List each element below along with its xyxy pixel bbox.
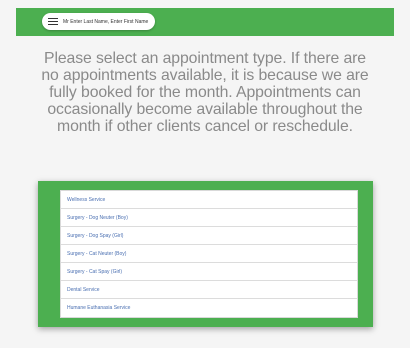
appointment-type-item[interactable]: Wellness Service	[61, 191, 357, 209]
appointment-type-item[interactable]: Surgery - Dog Spay (Girl)	[61, 227, 357, 245]
page: Mr Enter Last Name, Enter First Name Ple…	[0, 0, 410, 348]
appointment-type-card: Wellness Service Surgery - Dog Neuter (B…	[38, 181, 373, 327]
top-bar: Mr Enter Last Name, Enter First Name	[16, 8, 394, 36]
appointment-instructions: Please select an appointment type. If th…	[41, 50, 369, 135]
user-menu-button[interactable]: Mr Enter Last Name, Enter First Name	[42, 13, 156, 30]
appointment-type-list: Wellness Service Surgery - Dog Neuter (B…	[60, 190, 358, 318]
hamburger-menu-icon[interactable]	[48, 17, 58, 26]
user-name: Mr Enter Last Name, Enter First Name	[63, 18, 149, 25]
appointment-type-item[interactable]: Surgery - Cat Neuter (Boy)	[61, 245, 357, 263]
appointment-type-item[interactable]: Surgery - Cat Spay (Girl)	[61, 263, 357, 281]
appointment-type-item[interactable]: Humane Euthanasia Service	[61, 299, 357, 317]
appointment-type-item[interactable]: Surgery - Dog Neuter (Boy)	[61, 209, 357, 227]
appointment-type-item[interactable]: Dental Service	[61, 281, 357, 299]
